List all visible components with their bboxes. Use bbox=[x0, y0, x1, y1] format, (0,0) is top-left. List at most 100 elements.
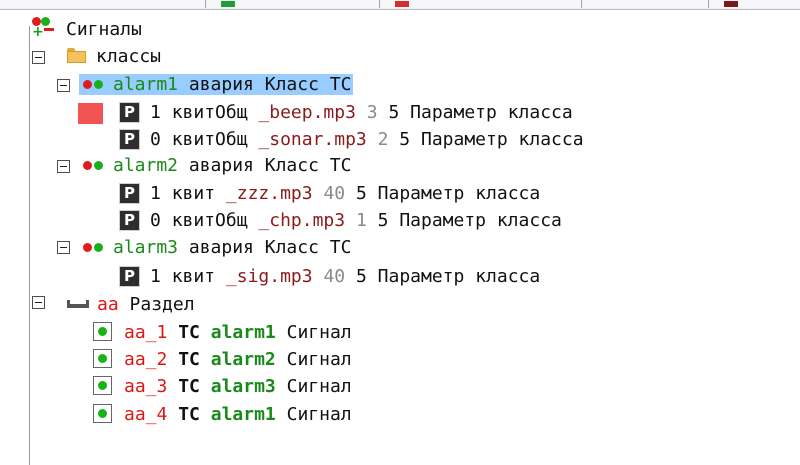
param-num: 1 bbox=[150, 183, 161, 204]
tree-node-alarm1[interactable]: alarm1 авария Класс ТС bbox=[79, 72, 354, 98]
alarm-status-icon bbox=[81, 78, 107, 90]
param-num: 1 bbox=[150, 266, 161, 287]
collapse-toggle-alarm1[interactable] bbox=[57, 79, 70, 92]
section-icon bbox=[67, 300, 89, 308]
tab-5-icon bbox=[724, 1, 738, 7]
collapse-toggle-alarm2[interactable] bbox=[57, 160, 70, 173]
tree-node-section[interactable]: аа Раздел bbox=[67, 292, 195, 318]
param-num: 0 bbox=[150, 129, 161, 150]
alarm-name: alarm3 bbox=[113, 237, 179, 258]
param-b: 5 bbox=[355, 183, 367, 204]
signal-alarm: alarm3 bbox=[210, 376, 276, 397]
signal-status-icon bbox=[93, 376, 112, 395]
signal-alarm: alarm1 bbox=[210, 322, 276, 343]
signal-label: Сигнал bbox=[286, 322, 352, 343]
param-ack: квит bbox=[171, 183, 216, 204]
param-file: _beep.mp3 bbox=[258, 102, 356, 123]
param-row[interactable]: P1 квитОбщ _beep.mp3 3 5 Параметр класса bbox=[119, 100, 573, 126]
collapse-toggle-classes[interactable] bbox=[32, 51, 45, 64]
param-b: 5 bbox=[377, 210, 389, 231]
classes-label: классы bbox=[96, 46, 162, 67]
param-ack: квитОбщ bbox=[171, 102, 248, 123]
param-desc: Параметр класса bbox=[399, 210, 562, 231]
param-b: 5 bbox=[388, 102, 400, 123]
alarm-desc: авария bbox=[188, 155, 254, 176]
alarm-type: Класс ТС bbox=[264, 74, 352, 95]
signal-type: ТС bbox=[178, 404, 200, 425]
alarm-status-icon bbox=[81, 241, 107, 253]
param-num: 1 bbox=[150, 102, 161, 123]
param-p-icon: P bbox=[119, 102, 140, 123]
param-a: 1 bbox=[355, 210, 367, 231]
signal-label: Сигнал bbox=[286, 404, 352, 425]
signal-row[interactable]: aa_2 ТС alarm2 Сигнал bbox=[93, 347, 352, 373]
alarm-status-icon bbox=[81, 159, 107, 171]
param-desc: Параметр класса bbox=[377, 266, 541, 287]
param-p-icon: P bbox=[119, 129, 140, 150]
tree-guide-line bbox=[29, 26, 30, 465]
alarm-type: Класс ТС bbox=[264, 155, 352, 176]
param-a: 3 bbox=[366, 102, 378, 123]
param-file: _chp.mp3 bbox=[258, 210, 346, 231]
param-b: 5 bbox=[399, 129, 411, 150]
signal-alarm: alarm1 bbox=[210, 404, 276, 425]
alarm-name: alarm2 bbox=[113, 155, 179, 176]
alarm-type: Класс ТС bbox=[264, 237, 352, 258]
param-row[interactable]: P1 квит _zzz.mp3 40 5 Параметр класса bbox=[119, 181, 540, 207]
signal-type: ТС bbox=[178, 322, 200, 343]
param-ack: квитОбщ bbox=[171, 210, 248, 231]
tab-5[interactable] bbox=[710, 0, 800, 8]
tab-4[interactable] bbox=[583, 0, 709, 8]
signal-row[interactable]: aa_3 ТС alarm3 Сигнал bbox=[93, 374, 352, 400]
alarm-name: alarm1 bbox=[113, 74, 179, 95]
collapse-toggle-alarm3[interactable] bbox=[57, 241, 70, 254]
tree-node-alarm2[interactable]: alarm2 авария Класс ТС bbox=[81, 153, 351, 179]
tab-2[interactable] bbox=[207, 0, 380, 8]
signal-label: Сигнал bbox=[286, 349, 352, 370]
selection-highlight: alarm1 авария Класс ТС bbox=[79, 74, 354, 95]
alarm-desc: авария bbox=[188, 237, 254, 258]
folder-icon bbox=[67, 48, 86, 63]
tab-3[interactable] bbox=[381, 0, 582, 8]
signal-type: ТС bbox=[178, 376, 200, 397]
tree-root-label: Сигналы bbox=[66, 19, 142, 40]
param-row[interactable]: P0 квитОбщ _chp.mp3 1 5 Параметр класса bbox=[119, 208, 562, 234]
param-p-icon: P bbox=[119, 266, 140, 287]
param-p-icon: P bbox=[119, 210, 140, 231]
param-row[interactable]: P0 квитОбщ _sonar.mp3 2 5 Параметр класс… bbox=[119, 127, 584, 153]
param-a: 2 bbox=[377, 129, 389, 150]
tree-node-alarm3[interactable]: alarm3 авария Класс ТС bbox=[81, 235, 351, 261]
param-desc: Параметр класса bbox=[377, 183, 541, 204]
signal-id: aa_2 bbox=[124, 349, 168, 370]
tab-strip bbox=[0, 0, 800, 10]
param-num: 0 bbox=[150, 210, 161, 231]
signal-row[interactable]: aa_1 ТС alarm1 Сигнал bbox=[93, 320, 352, 346]
param-a: 40 bbox=[323, 183, 346, 204]
param-file: _sig.mp3 bbox=[225, 266, 313, 287]
signal-id: aa_4 bbox=[124, 404, 168, 425]
param-file: _zzz.mp3 bbox=[225, 183, 313, 204]
signal-status-icon bbox=[93, 404, 112, 423]
param-b: 5 bbox=[355, 266, 367, 287]
param-ack: квитОбщ bbox=[171, 129, 248, 150]
signal-type: ТС bbox=[178, 349, 200, 370]
signal-id: aa_1 bbox=[124, 322, 168, 343]
param-file: _sonar.mp3 bbox=[258, 129, 367, 150]
param-row[interactable]: P1 квит _sig.mp3 40 5 Параметр класса bbox=[119, 264, 540, 290]
tree-root[interactable]: + Сигналы bbox=[32, 17, 142, 43]
collapse-toggle-section[interactable] bbox=[32, 296, 45, 309]
param-ack: квит bbox=[171, 266, 216, 287]
alarm-desc: авария bbox=[188, 74, 254, 95]
active-flag-marker bbox=[78, 103, 103, 124]
signal-status-icon bbox=[93, 322, 112, 341]
param-desc: Параметр класса bbox=[410, 102, 573, 123]
param-a: 40 bbox=[323, 266, 346, 287]
section-label: Раздел bbox=[129, 294, 195, 315]
tab-2-icon bbox=[221, 1, 235, 7]
section-name: аа bbox=[97, 294, 119, 315]
tab-1[interactable] bbox=[0, 0, 206, 8]
signal-label: Сигнал bbox=[286, 376, 352, 397]
tree-node-classes[interactable]: классы bbox=[67, 44, 161, 70]
signal-row[interactable]: aa_4 ТС alarm1 Сигнал bbox=[93, 402, 352, 428]
param-p-icon: P bbox=[119, 183, 140, 204]
